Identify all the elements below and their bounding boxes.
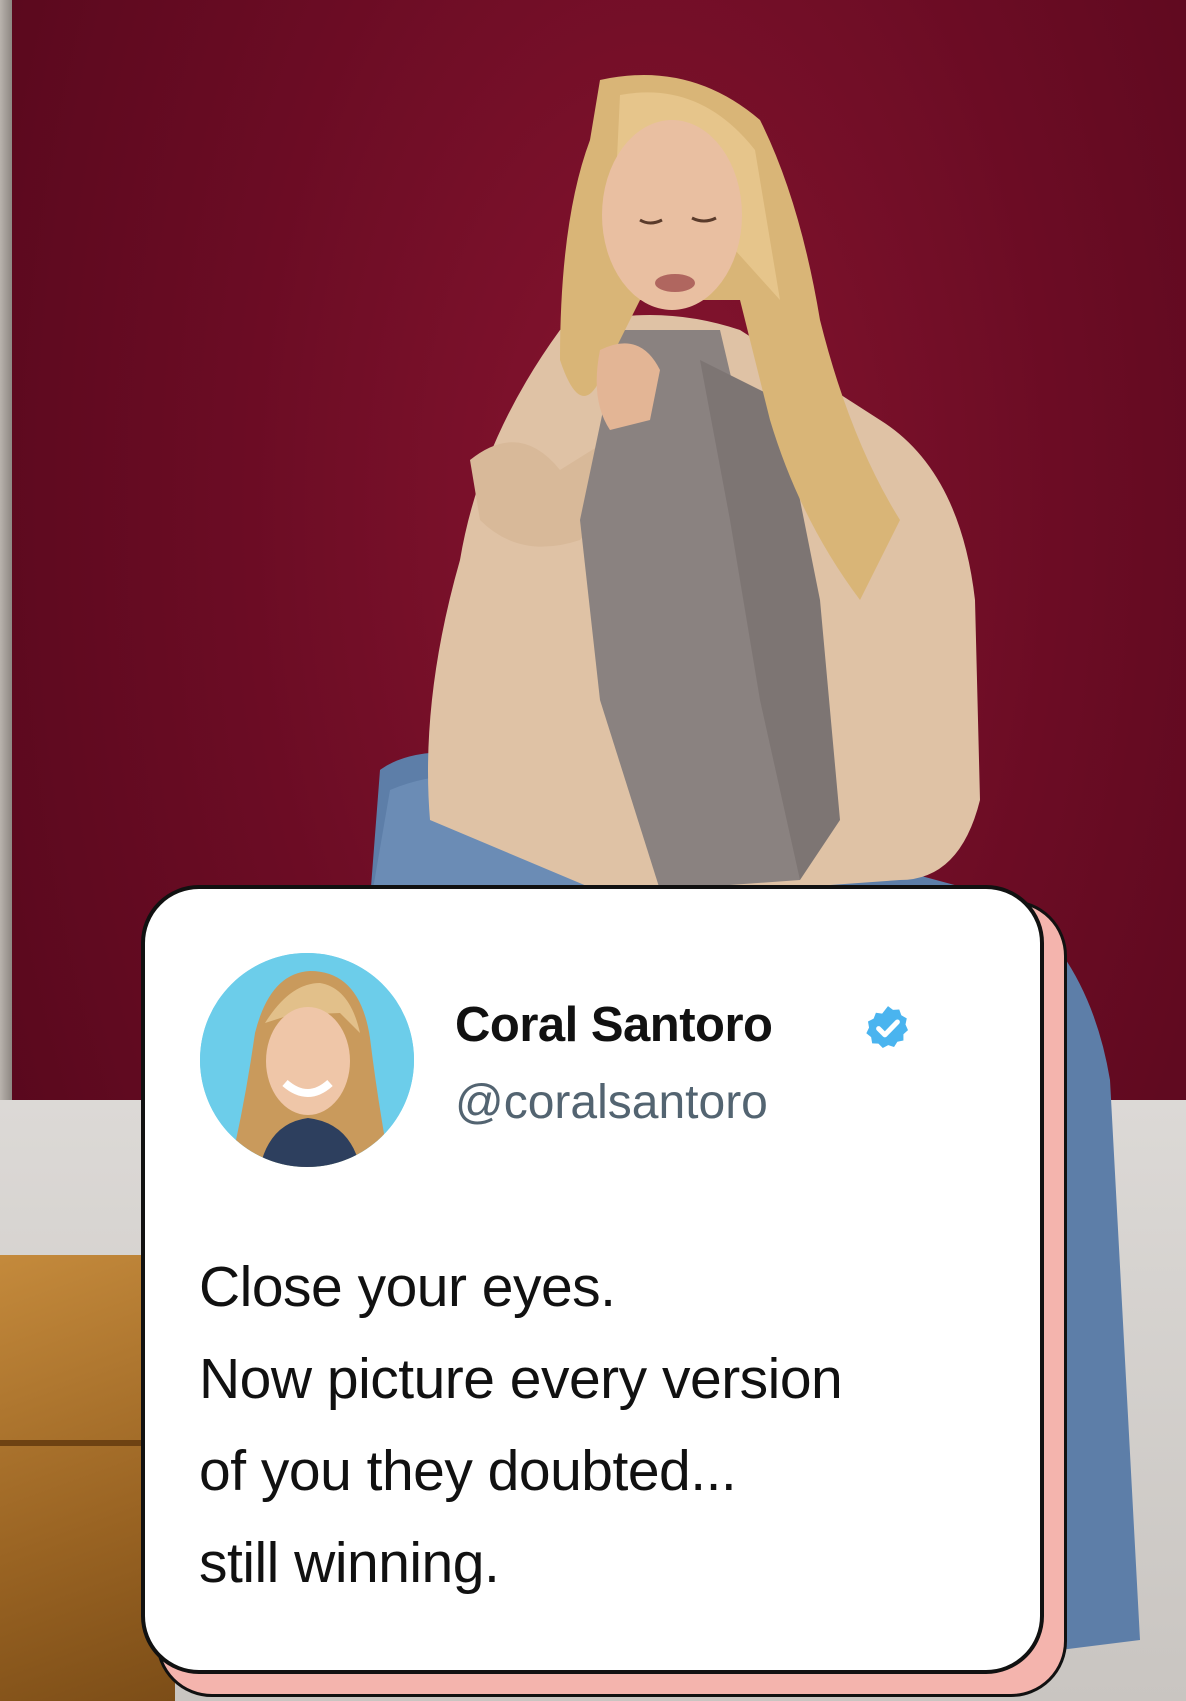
post-text-line: Close your eyes.: [199, 1255, 616, 1319]
post-text: Close your eyes. Now picture every versi…: [199, 1241, 999, 1609]
avatar-photo: [200, 953, 414, 1167]
post-text-line: Now picture every version: [199, 1347, 843, 1411]
avatar[interactable]: [200, 953, 414, 1167]
verified-badge-icon: [866, 1006, 908, 1048]
post-card: Coral Santoro @coralsantoro Close your e…: [141, 885, 1044, 1674]
post-text-line: of you they doubted...: [199, 1439, 737, 1503]
display-name[interactable]: Coral Santoro: [455, 997, 773, 1053]
user-handle[interactable]: @coralsantoro: [455, 1075, 768, 1130]
post-text-line: still winning.: [199, 1531, 500, 1595]
